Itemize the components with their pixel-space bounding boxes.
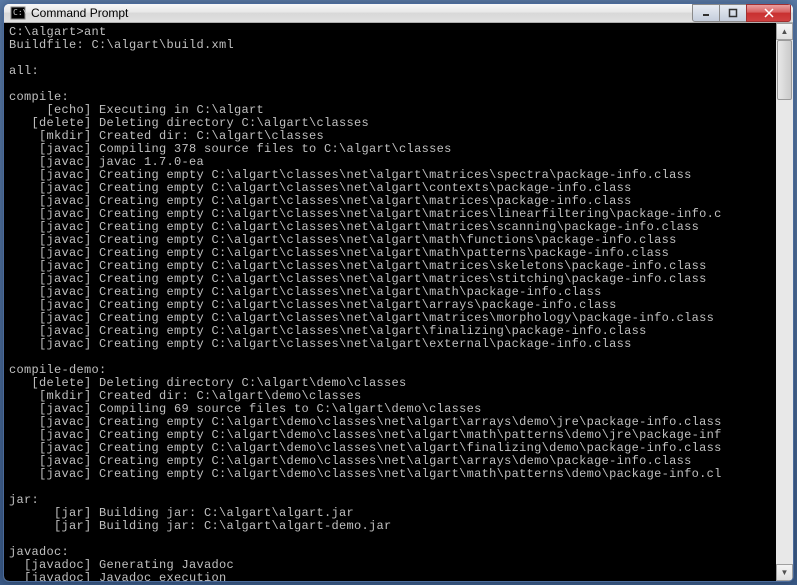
maximize-button[interactable]: [719, 4, 747, 22]
titlebar[interactable]: C:\ Command Prompt: [4, 4, 793, 23]
scroll-up-button[interactable]: ▲: [776, 23, 793, 40]
minimize-button[interactable]: [692, 4, 720, 22]
console-output[interactable]: C:\algart>ant Buildfile: C:\algart\build…: [6, 25, 791, 582]
scroll-left-button[interactable]: ◀: [4, 581, 21, 582]
console-content: C:\algart>ant Buildfile: C:\algart\build…: [4, 23, 793, 582]
scrollbar-corner: [776, 581, 793, 582]
scroll-right-button[interactable]: ▶: [759, 581, 776, 582]
horizontal-scroll-track[interactable]: [21, 581, 759, 582]
svg-text:C:\: C:\: [13, 8, 26, 17]
vertical-scrollbar[interactable]: ▲ ▼: [776, 23, 793, 581]
command-prompt-window: C:\ Command Prompt C:\algart>ant Buildfi…: [3, 3, 794, 582]
close-button[interactable]: [746, 4, 791, 22]
window-controls: [693, 4, 791, 22]
vertical-scroll-track[interactable]: [776, 40, 793, 564]
horizontal-scrollbar[interactable]: ◀ ▶: [4, 581, 776, 582]
window-title: Command Prompt: [31, 6, 693, 20]
scroll-down-button[interactable]: ▼: [776, 564, 793, 581]
app-icon: C:\: [10, 5, 26, 21]
vertical-scroll-thumb[interactable]: [777, 40, 792, 100]
